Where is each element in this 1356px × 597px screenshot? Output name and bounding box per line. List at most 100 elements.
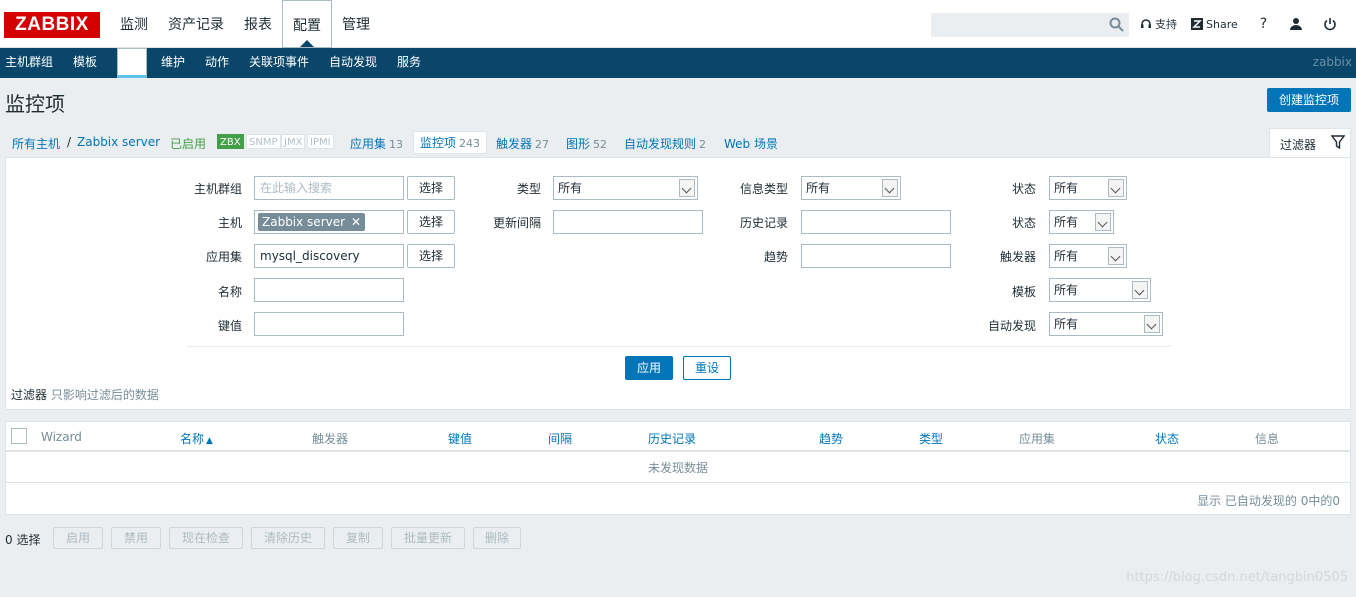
host-chip: Zabbix server ✕ — [258, 213, 366, 231]
availability-snmp: SNMP — [246, 134, 281, 149]
breadcrumb-applications[interactable]: 应用集 13 — [350, 135, 403, 152]
col-name[interactable]: 名称 ▲ — [180, 430, 213, 447]
subnav-maintenance[interactable]: 维护 — [161, 48, 185, 78]
host-select-button[interactable]: 选择 — [407, 210, 455, 234]
discovered-select-value: 所有 — [1054, 317, 1079, 331]
triggers-filter-select[interactable]: 所有 — [1049, 244, 1127, 268]
col-type[interactable]: 类型 — [919, 430, 943, 447]
subnav-actions[interactable]: 动作 — [205, 48, 229, 78]
host-group-select-button[interactable]: 选择 — [407, 176, 455, 200]
col-trends[interactable]: 趋势 — [819, 430, 843, 447]
user-profile-icon[interactable] — [1289, 17, 1303, 31]
info-type-select[interactable]: 所有 — [801, 176, 901, 200]
nav-configuration[interactable]: 配置 — [282, 0, 332, 48]
type-select-value: 所有 — [558, 181, 583, 195]
col-applications: 应用集 — [1019, 432, 1056, 446]
col-status[interactable]: 状态 — [1155, 430, 1179, 447]
top-right-tools: 支持 Share ? — [1140, 0, 1337, 48]
update-interval-input[interactable] — [553, 210, 703, 234]
sort-asc-icon: ▲ — [206, 436, 213, 446]
application-label: 应用集 — [205, 250, 242, 264]
filter-tab[interactable]: 过滤器 — [1269, 128, 1351, 158]
template-select[interactable]: 所有 — [1049, 278, 1151, 302]
check-now-button[interactable]: 现在检查 — [169, 527, 243, 549]
breadcrumb-graphs[interactable]: 图形 52 — [566, 135, 607, 152]
remove-chip-icon[interactable]: ✕ — [351, 215, 361, 229]
history-input[interactable] — [801, 210, 951, 234]
col-history[interactable]: 历史记录 — [648, 430, 696, 447]
chevron-down-icon — [1144, 315, 1160, 333]
discovery-rules-count: 2 — [699, 138, 707, 151]
share-link[interactable]: Share — [1191, 18, 1238, 31]
application-select-button[interactable]: 选择 — [407, 244, 455, 268]
items-label: 监控项 — [420, 136, 457, 150]
filter-funnel-icon — [1331, 135, 1345, 149]
breadcrumb-host[interactable]: Zabbix server — [77, 135, 160, 149]
breadcrumb-separator: / — [67, 135, 72, 149]
key-input[interactable] — [254, 312, 404, 336]
enable-button[interactable]: 启用 — [53, 527, 103, 549]
discovered-label: 自动发现 — [987, 319, 1036, 333]
chevron-down-icon — [1108, 179, 1124, 197]
breadcrumb-discovery-rules[interactable]: 自动发现规则 2 — [624, 135, 706, 152]
state-label: 状态 — [1011, 182, 1036, 196]
nav-administration[interactable]: 管理 — [332, 0, 380, 48]
reset-button[interactable]: 重设 — [683, 356, 731, 380]
subnav-templates[interactable]: 模板 — [73, 48, 97, 78]
filter-divider — [186, 346, 1172, 347]
host-group-input[interactable]: 在此输入搜索 — [254, 176, 404, 200]
breadcrumb: 所有主机 / Zabbix server 已启用 ZBX SNMP JMX IP… — [0, 130, 1356, 154]
share-label: Share — [1206, 17, 1238, 31]
create-item-button[interactable]: 创建监控项 — [1267, 88, 1351, 112]
discovered-select[interactable]: 所有 — [1049, 312, 1163, 336]
breadcrumb-all-hosts[interactable]: 所有主机 — [12, 135, 60, 152]
col-key[interactable]: 键值 — [448, 430, 472, 447]
global-search-input[interactable] — [931, 13, 1129, 37]
graphs-count: 52 — [593, 138, 608, 151]
search-icon[interactable] — [1108, 16, 1126, 34]
host-status-enabled[interactable]: 已启用 — [170, 135, 206, 152]
trends-label: 趋势 — [763, 250, 788, 264]
chevron-down-icon — [1132, 281, 1148, 299]
status-select[interactable]: 所有 — [1049, 210, 1114, 234]
disable-button[interactable]: 禁用 — [111, 527, 161, 549]
help-icon[interactable]: ? — [1260, 16, 1267, 32]
subnav-discovery[interactable]: 自动发现 — [329, 48, 377, 78]
apply-button[interactable]: 应用 — [625, 356, 673, 380]
support-link[interactable]: 支持 — [1140, 16, 1177, 32]
triggers-count: 27 — [535, 138, 550, 151]
host-multiselect[interactable]: Zabbix server ✕ — [254, 210, 404, 234]
share-z-icon — [1191, 18, 1203, 30]
name-input[interactable] — [254, 278, 404, 302]
availability-ipmi: IPMI — [307, 134, 334, 149]
clear-history-button[interactable]: 清除历史 — [251, 527, 325, 549]
table-header: Wizard 名称 ▲ 触发器 键值 间隔 历史记录 趋势 类型 应用集 状态 信… — [6, 422, 1350, 452]
mass-update-button[interactable]: 批量更新 — [391, 527, 465, 549]
breadcrumb-web-scenarios[interactable]: Web 场景 — [724, 135, 778, 152]
subnav-host-groups[interactable]: 主机群组 — [5, 48, 53, 78]
nav-reports[interactable]: 报表 — [234, 0, 282, 48]
copy-button[interactable]: 复制 — [333, 527, 383, 549]
no-data-message: 未发现数据 — [647, 461, 708, 475]
nav-inventory[interactable]: 资产记录 — [158, 0, 234, 48]
items-count: 243 — [459, 137, 481, 150]
trends-input[interactable] — [801, 244, 951, 268]
subnav-hosts[interactable]: 主机 — [117, 48, 148, 78]
breadcrumb-triggers[interactable]: 触发器 27 — [496, 135, 549, 152]
col-interval[interactable]: 间隔 — [548, 430, 572, 447]
delete-button[interactable]: 删除 — [473, 527, 521, 549]
host-chip-label: Zabbix server — [262, 215, 346, 229]
application-input[interactable]: mysql_discovery — [254, 244, 404, 268]
breadcrumb-items[interactable]: 监控项 243 — [413, 131, 488, 154]
select-all-checkbox[interactable] — [11, 428, 27, 444]
nav-monitoring[interactable]: 监测 — [110, 0, 158, 48]
state-select[interactable]: 所有 — [1049, 176, 1127, 200]
page-title: 监控项 — [5, 92, 65, 116]
info-type-select-value: 所有 — [806, 181, 831, 195]
discovery-rules-label: 自动发现规则 — [624, 137, 697, 151]
zabbix-logo[interactable]: ZABBIX — [4, 12, 100, 38]
type-select[interactable]: 所有 — [553, 176, 698, 200]
subnav-services[interactable]: 服务 — [397, 48, 421, 78]
subnav-event-correlation[interactable]: 关联项事件 — [249, 48, 309, 78]
sign-out-icon[interactable] — [1323, 17, 1337, 31]
